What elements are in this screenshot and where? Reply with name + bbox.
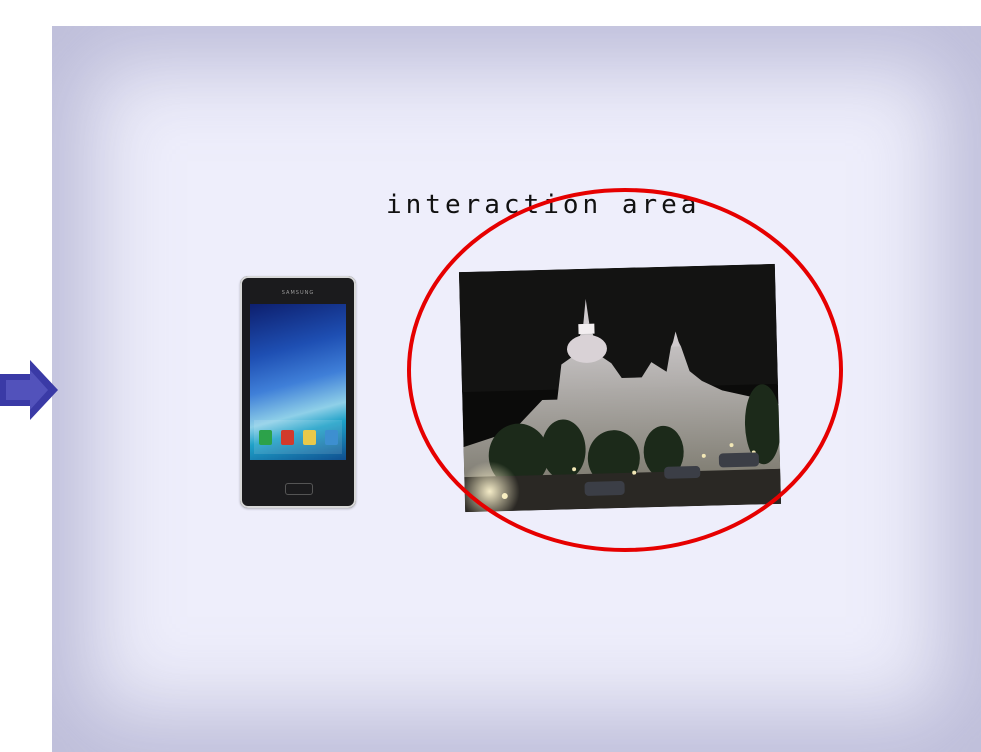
interaction-area-highlight <box>407 188 843 552</box>
messaging-app-icon <box>302 429 316 445</box>
contacts-app-icon <box>280 429 294 445</box>
apps-grid-icon <box>324 429 338 445</box>
phone-app-icon <box>258 429 272 445</box>
phone-screen <box>250 304 346 460</box>
arrow-right-icon <box>0 360 58 420</box>
smartphone-image: SAMSUNG <box>240 276 356 508</box>
phone-brand-label: SAMSUNG <box>281 290 315 296</box>
phone-home-button <box>285 483 313 495</box>
phone-dock <box>254 420 342 454</box>
